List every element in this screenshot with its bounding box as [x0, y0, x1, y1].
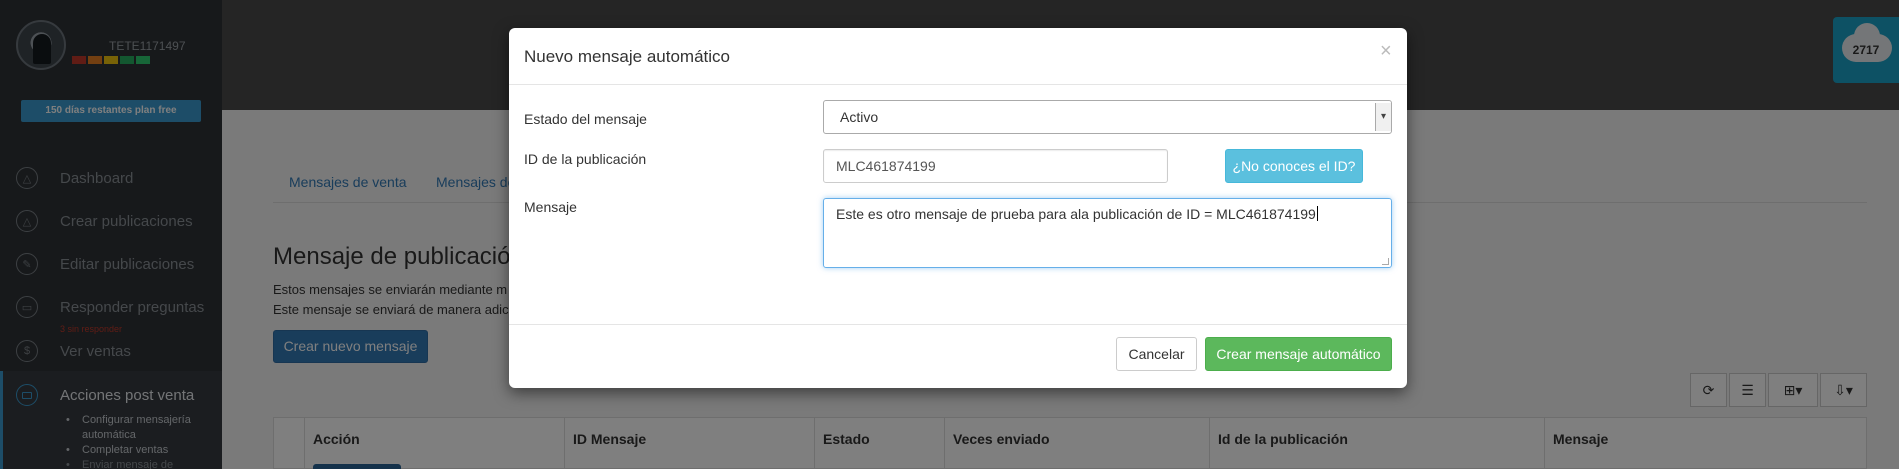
modal-footer: Cancelar Crear mensaje automático	[509, 324, 1407, 388]
publication-id-value: MLC461874199	[836, 158, 936, 174]
status-select[interactable]: Activo ▾	[823, 100, 1392, 134]
status-select-value: Activo	[840, 109, 879, 125]
message-label: Mensaje	[524, 199, 577, 215]
close-icon[interactable]: ×	[1380, 41, 1392, 61]
message-text: Este es otro mensaje de prueba para ala …	[836, 206, 1318, 222]
publication-id-label: ID de la publicación	[524, 151, 647, 167]
chevron-down-icon: ▾	[1375, 103, 1391, 131]
new-auto-message-modal: Nuevo mensaje automático × Estado del me…	[509, 28, 1407, 388]
message-textarea[interactable]: Este es otro mensaje de prueba para ala …	[823, 198, 1392, 268]
publication-id-input[interactable]: MLC461874199	[823, 149, 1168, 183]
id-help-button[interactable]: ¿No conoces el ID?	[1225, 149, 1363, 183]
modal-header: Nuevo mensaje automático ×	[509, 28, 1407, 85]
create-auto-message-button[interactable]: Crear mensaje automático	[1205, 337, 1392, 371]
cancel-button[interactable]: Cancelar	[1116, 337, 1197, 371]
resize-handle[interactable]	[1382, 258, 1389, 265]
status-label: Estado del mensaje	[524, 111, 647, 127]
modal-title: Nuevo mensaje automático	[524, 47, 731, 66]
